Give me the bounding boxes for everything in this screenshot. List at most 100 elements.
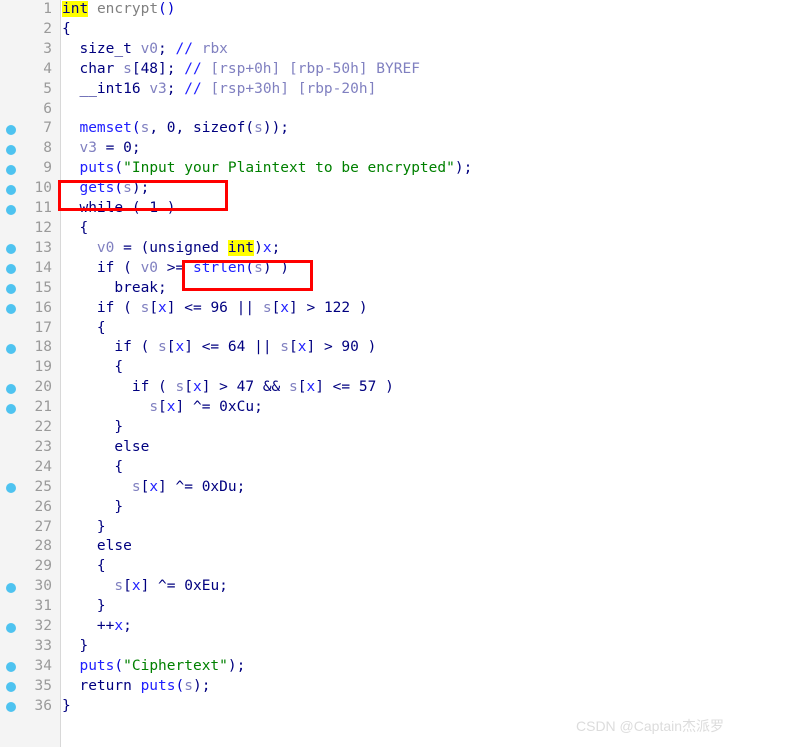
line-source[interactable]: if ( s[x] > 47 && s[x] <= 57 ) (62, 378, 394, 398)
code-line[interactable]: 25 s[x] ^= 0xDu; (0, 478, 788, 498)
code-token: ] <= (184, 339, 228, 356)
code-token: } (62, 598, 106, 615)
line-source[interactable]: while ( 1 ) (62, 199, 175, 219)
code-line[interactable]: 19 { (0, 358, 788, 378)
code-line[interactable]: 6 (0, 100, 788, 120)
code-line[interactable]: 22 } (0, 418, 788, 438)
line-source[interactable]: s[x] ^= 0xCu; (62, 398, 263, 418)
code-token: s (280, 339, 290, 356)
code-line[interactable]: 34 puts("Ciphertext"); (0, 657, 788, 677)
code-token: 0xEu (184, 578, 220, 595)
code-listing[interactable]: 1 int encrypt() 2{3 size_t v0; // rbx 4 cha… (0, 0, 788, 717)
code-line[interactable]: 9 puts("Input your Plaintext to be encry… (0, 159, 788, 179)
line-source[interactable]: { (62, 20, 71, 40)
line-source[interactable]: { (62, 557, 106, 577)
line-source[interactable]: memset(s, 0, sizeof(s)); (62, 119, 289, 139)
code-line[interactable]: 27 } (0, 518, 788, 538)
code-token: s (184, 677, 193, 694)
code-line[interactable]: 4 char s[48]; // [rsp+0h] [rbp-50h] BYRE… (0, 60, 788, 80)
code-line[interactable]: 15 break; (0, 279, 788, 299)
code-line[interactable]: 5 __int16 v3; // [rsp+30h] [rbp-20h] (0, 80, 788, 100)
code-token: 0xCu (219, 399, 255, 416)
line-source[interactable]: if ( v0 >= strlen(s) ) (62, 259, 289, 279)
code-line[interactable]: 8 v3 = 0; (0, 139, 788, 159)
line-number: 22 (34, 419, 52, 436)
code-line[interactable]: 17 { (0, 319, 788, 339)
line-source[interactable]: puts("Input your Plaintext to be encrypt… (62, 159, 472, 179)
code-token: } (62, 638, 89, 654)
code-line[interactable]: 16 if ( s[x] <= 96 || s[x] > 122 ) (0, 299, 788, 319)
code-line[interactable]: 11 while ( 1 ) (0, 199, 788, 219)
code-line[interactable]: 1 int encrypt() (0, 0, 788, 20)
code-line[interactable]: 20 if ( s[x] > 47 && s[x] <= 57 ) (0, 378, 788, 398)
code-line[interactable]: 24 { (0, 458, 788, 478)
code-token: s (254, 120, 263, 137)
code-token: ( (114, 180, 124, 197)
line-source[interactable]: v0 = (unsigned int)x; (62, 239, 280, 259)
line-source[interactable]: if ( s[x] <= 96 || s[x] > 122 ) (62, 299, 368, 319)
line-source[interactable]: char s[48]; // [rsp+0h] [rbp-50h] BYREF (62, 60, 420, 80)
code-token: ( (245, 259, 255, 276)
line-source[interactable]: else (62, 537, 132, 557)
line-source[interactable]: if ( s[x] <= 64 || s[x] > 90 ) (62, 338, 376, 358)
line-source[interactable]: ++x; (62, 617, 132, 637)
code-token: s (123, 60, 132, 77)
code-line[interactable]: 7 memset(s, 0, sizeof(s)); (0, 119, 788, 139)
code-line[interactable]: 32 ++x; (0, 617, 788, 637)
line-source[interactable]: { (62, 219, 88, 239)
line-source[interactable]: } (62, 418, 123, 438)
line-number: 21 (34, 399, 52, 416)
line-source[interactable]: size_t v0; // rbx (62, 40, 227, 60)
line-source[interactable]: } (62, 697, 71, 717)
line-source[interactable]: __int16 v3; // [rsp+30h] [rbp-20h] (62, 80, 376, 100)
line-source[interactable]: break; (62, 279, 166, 299)
code-token: [48]; (131, 60, 185, 77)
line-source[interactable]: } (62, 518, 106, 538)
line-source[interactable]: } (62, 597, 106, 617)
line-source[interactable]: puts("Ciphertext"); (62, 657, 245, 677)
code-token: s (131, 478, 141, 495)
line-source[interactable]: } (62, 637, 88, 657)
line-source[interactable]: { (62, 358, 123, 378)
line-source[interactable]: int encrypt() (62, 0, 176, 20)
code-token: int (227, 239, 255, 256)
code-line[interactable]: 13 v0 = (unsigned int)x; (0, 239, 788, 259)
code-token: v0 (140, 40, 159, 57)
code-token: = (unsigned (114, 239, 228, 256)
code-token: } (62, 518, 106, 535)
code-line[interactable]: 26 } (0, 498, 788, 518)
code-token: { (62, 219, 89, 236)
line-source[interactable]: gets(s); (62, 179, 149, 199)
line-source[interactable]: s[x] ^= 0xEu; (62, 577, 228, 597)
line-source[interactable]: } (62, 498, 123, 518)
line-source[interactable]: else (62, 438, 149, 458)
line-source[interactable]: { (62, 319, 106, 339)
code-token: ; (219, 578, 228, 595)
code-line[interactable]: 36} (0, 697, 788, 717)
code-line[interactable]: 33 } (0, 637, 788, 657)
code-line[interactable]: 2{ (0, 20, 788, 40)
code-line[interactable]: 31 } (0, 597, 788, 617)
code-token: ] ^= (158, 478, 202, 495)
code-line[interactable]: 18 if ( s[x] <= 64 || s[x] > 90 ) (0, 338, 788, 358)
code-line[interactable]: 35 return puts(s); (0, 677, 788, 697)
code-token: // (184, 80, 202, 97)
code-line[interactable]: 14 if ( v0 >= strlen(s) ) (0, 259, 788, 279)
code-token: { (62, 20, 71, 37)
code-line[interactable]: 30 s[x] ^= 0xEu; (0, 577, 788, 597)
line-source[interactable]: { (62, 458, 123, 478)
line-number: 14 (34, 259, 52, 276)
line-source[interactable]: s[x] ^= 0xDu; (62, 478, 246, 498)
line-source[interactable]: v3 = 0; (62, 139, 140, 159)
code-line[interactable]: 12 { (0, 219, 788, 239)
code-line[interactable]: 3 size_t v0; // rbx (0, 40, 788, 60)
code-token: else (62, 438, 150, 455)
code-line[interactable]: 21 s[x] ^= 0xCu; (0, 398, 788, 418)
line-source[interactable]: return puts(s); (62, 677, 210, 697)
code-line[interactable]: 28 else (0, 537, 788, 557)
code-line[interactable]: 10 gets(s); (0, 179, 788, 199)
code-line[interactable]: 29 { (0, 557, 788, 577)
code-line[interactable]: 23 else (0, 438, 788, 458)
